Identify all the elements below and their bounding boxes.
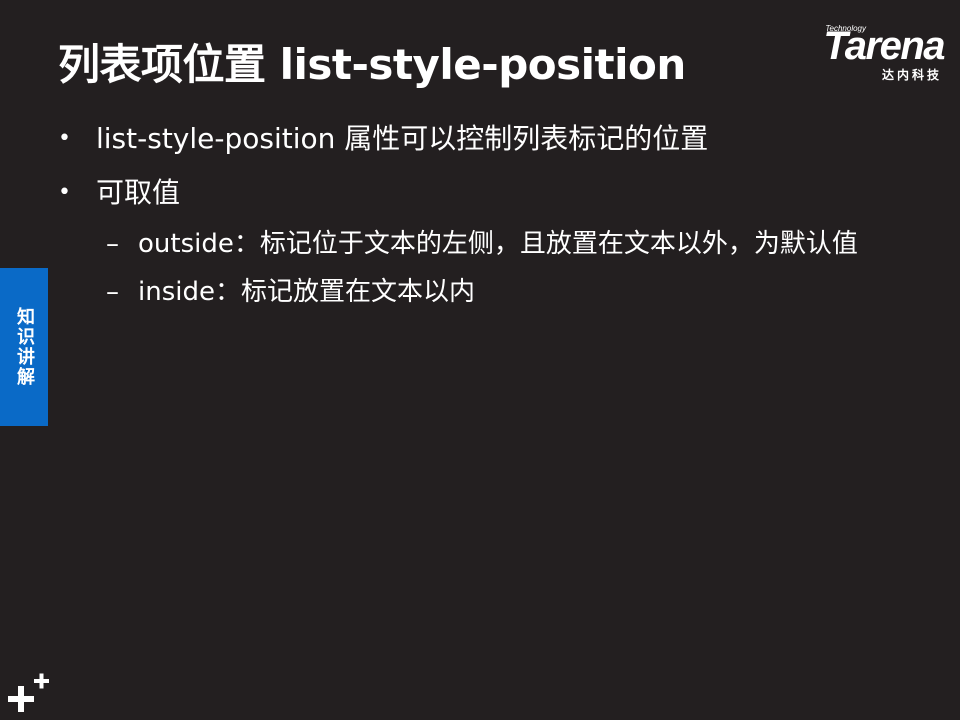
knowledge-tab: 知识讲解 [0,268,48,426]
dash-icon: – [106,229,119,259]
sub-bullet-text: inside：标记放置在文本以内 [138,277,475,307]
list-item: • list-style-position 属性可以控制列表标记的位置 [58,112,878,166]
dash-icon: – [106,277,119,307]
logo-subtitle: 达内科技 [881,68,942,82]
plus-plus-icon [8,673,49,712]
knowledge-tab-label: 知识讲解 [14,307,35,387]
bullet-text: list-style-position 属性可以控制列表标记的位置 [96,122,709,155]
sub-bullet-text: outside：标记位于文本的左侧，且放置在文本以外，为默认值 [138,229,858,259]
sub-list-item: – outside：标记位于文本的左侧，且放置在文本以外，为默认值 [58,222,878,266]
tarena-logo: Technology Tarena 达内科技 [779,20,945,84]
slide-title: 列表项位置 list-style-position [58,40,686,89]
content-list: • list-style-position 属性可以控制列表标记的位置 • 可取… [58,112,878,314]
logo-brand: Tarena [823,24,945,68]
bullet-icon: • [58,126,71,151]
bullet-text: 可取值 [96,176,181,209]
bullet-icon: • [58,180,71,205]
sub-list-item: – inside：标记放置在文本以内 [58,270,878,314]
list-item: • 可取值 [58,166,878,220]
